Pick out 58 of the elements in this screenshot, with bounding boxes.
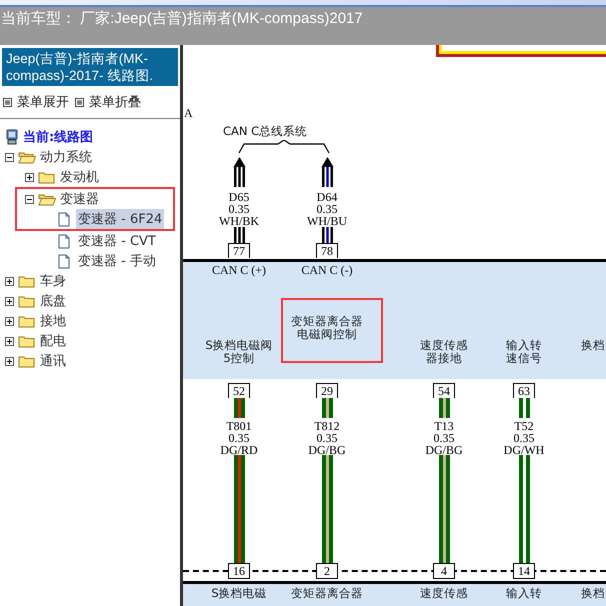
wire-color-code: WH/BU [307,215,347,227]
pin-number: 2 [316,563,338,579]
wire-code: T801 [226,420,252,432]
bus-label: CAN C总线系统 [223,124,308,139]
section-letter: A [184,106,193,121]
tree-item[interactable]: 底盘 [38,291,68,311]
pin-number: 78 [316,243,338,258]
pin-function-label: 变矩器离合器电磁阀控制 [290,315,364,341]
pin-function-label: S换档电磁阀5控制 [205,339,273,365]
wire-code: T13 [434,420,454,432]
current-model-title: 当前车型： 厂家:Jeep(吉普)指南者(MK-compass)2017 [1,10,363,27]
sidebar-title: Jeep(吉普)-指南者(MK-compass)-2017- 线路图. [2,48,178,86]
tree-root-label: 当前:线路图 [22,129,94,147]
tree-item[interactable]: 变速器 [58,189,101,209]
wire-gauge: 0.35 [316,432,338,444]
pin-label: CAN C (-) [300,263,354,278]
pin-number: 54 [433,383,455,398]
wire-code: T812 [314,420,340,432]
menu-action-link[interactable]: 菜单展开 [3,93,69,111]
pin-function-label: 换档 [581,587,605,600]
wire-color-code: DG/BG [425,444,463,456]
pin-function-label: 速度传感 [419,587,469,600]
wire-color-code: DG/WH [504,444,544,456]
wire-code: T52 [514,420,534,432]
pin-number: 14 [513,563,535,579]
wire-color-code: DG/RD [220,444,258,456]
wire-gauge: 0.35 [316,203,338,215]
wire-gauge: 0.35 [514,432,534,444]
tree-item[interactable]: 通讯 [38,351,68,371]
pin-function-label: S换档电磁 [210,587,268,600]
pin-number: 29 [316,383,338,398]
pin-number: 16 [228,563,250,579]
pin-function-label: 输入转速信号 [505,339,543,365]
tree-item[interactable]: 变速器 - 6F24 [76,209,164,229]
wire-color-code: WH/BK [219,215,259,227]
tree-item[interactable]: 车身 [38,271,68,291]
pin-function-label: 变矩器离合器 [290,587,364,600]
wire-code: D65 [228,191,250,203]
tree-item[interactable]: 发动机 [58,167,101,187]
pin-number: 63 [513,383,535,398]
pin-function-label: 换档 [581,339,605,352]
tree-item[interactable]: 接地 [38,311,68,331]
pin-number: 77 [228,243,250,258]
pin-number: 4 [433,563,455,579]
pin-function-label: 输入转 [505,587,543,600]
tree-item[interactable]: 动力系统 [38,147,94,167]
pin-number: 52 [228,383,250,398]
pin-function-label: 速度传感器接地 [419,339,469,365]
tree-item[interactable]: 变速器 - CVT [76,231,158,251]
pin-label: CAN C (+) [210,263,268,278]
menu-action-link[interactable]: 菜单折叠 [75,93,141,111]
wire-color-code: DG/BG [308,444,346,456]
wire-gauge: 0.35 [228,203,250,215]
wire-gauge: 0.35 [434,432,454,444]
tree-item[interactable]: 变速器 - 手动 [76,251,158,271]
wire-code: D64 [316,191,338,203]
wire-gauge: 0.35 [228,432,250,444]
tree-item[interactable]: 配电 [38,331,68,351]
